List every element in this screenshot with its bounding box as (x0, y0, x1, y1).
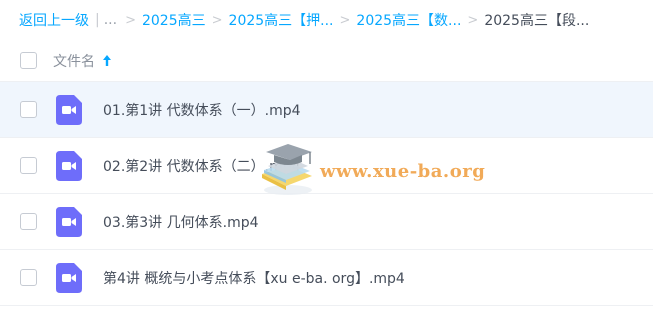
row-checkbox[interactable] (20, 157, 37, 174)
back-link[interactable]: 返回上一级 (19, 10, 89, 30)
chevron-right-icon: > (211, 12, 223, 28)
filename-column-label: 文件名 (53, 53, 95, 70)
breadcrumb: 返回上一级 | ... > 2025高三 > 2025高三【押... > 202… (0, 0, 653, 40)
chevron-right-icon: > (125, 12, 136, 28)
file-row[interactable]: 01.第1讲 代数体系（一）.mp4 (0, 82, 653, 138)
select-all-checkbox[interactable] (20, 52, 37, 69)
file-row[interactable]: 03.第3讲 几何体系.mp4 (0, 194, 653, 250)
file-row[interactable]: 第4讲 概统与小考点体系【xu e-ba. org】.mp4 (0, 250, 653, 306)
file-name[interactable]: 03.第3讲 几何体系.mp4 (103, 212, 259, 232)
video-icon (56, 151, 82, 181)
file-name[interactable]: 01.第1讲 代数体系（一）.mp4 (103, 100, 301, 120)
row-checkbox[interactable] (20, 101, 37, 118)
file-list-header: 文件名 (0, 40, 653, 82)
video-icon (56, 207, 82, 237)
breadcrumb-current: 2025高三【段... (484, 13, 590, 29)
sort-by-filename[interactable]: 文件名 (53, 51, 112, 71)
chevron-right-icon: > (339, 12, 351, 28)
breadcrumb-divider: | (95, 12, 100, 28)
breadcrumb-collapsed[interactable]: ... (104, 12, 117, 28)
row-checkbox[interactable] (20, 213, 37, 230)
arrow-up-icon (102, 54, 112, 67)
file-row[interactable]: 02.第2讲 代数体系（二）.mp4 (0, 138, 653, 194)
breadcrumb-item-3[interactable]: 2025高三【数... (356, 10, 461, 30)
breadcrumb-item-2[interactable]: 2025高三【押... (229, 10, 334, 30)
video-icon (56, 263, 82, 293)
file-name[interactable]: 02.第2讲 代数体系（二）.mp4 (103, 156, 301, 176)
file-name[interactable]: 第4讲 概统与小考点体系【xu e-ba. org】.mp4 (103, 268, 405, 288)
chevron-right-icon: > (467, 12, 479, 28)
video-icon (56, 95, 82, 125)
row-checkbox[interactable] (20, 269, 37, 286)
breadcrumb-item-1[interactable]: 2025高三 (142, 10, 206, 30)
